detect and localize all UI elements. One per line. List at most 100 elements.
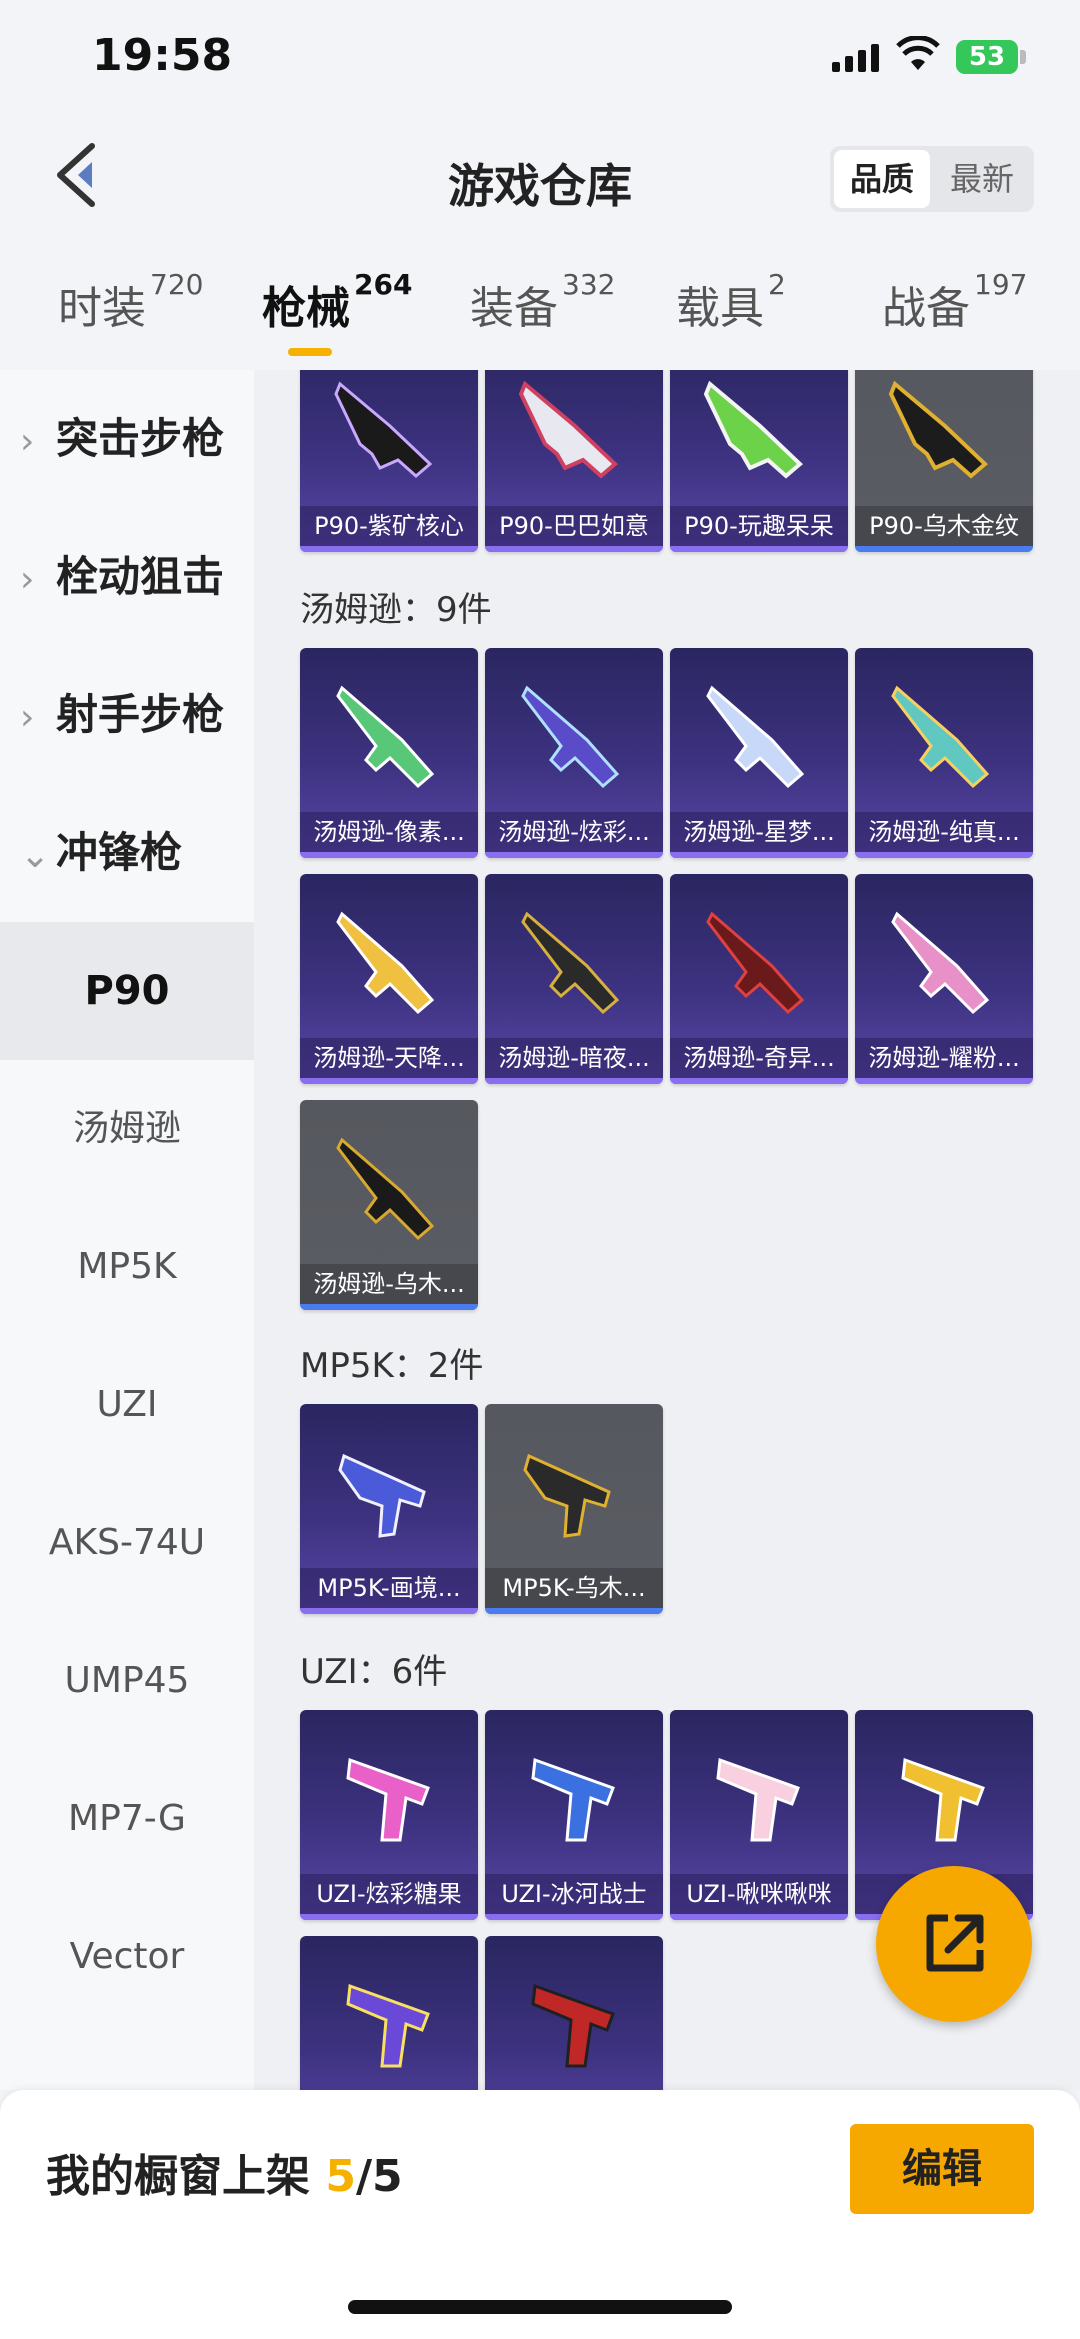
tab-count: 2 [768, 268, 786, 301]
chevron-down-icon: ⌄ [20, 835, 51, 876]
tab-count: 720 [150, 268, 204, 301]
category-tabs: 时装 720 枪械 264 装备 332 载具 2 战备 197 [0, 260, 1080, 370]
uzi-skin-icon [716, 1757, 800, 1842]
sidebar-category-label: 冲锋枪 [56, 828, 183, 877]
weapon-card[interactable]: 汤姆逊-乌木... [300, 1100, 478, 1310]
weapon-card[interactable]: 汤姆逊-天降... [300, 874, 478, 1084]
weapon-card[interactable]: 汤姆逊-耀粉... [855, 874, 1033, 1084]
weapon-card[interactable]: P90-紫矿核心 [300, 370, 478, 552]
thompson-skin-icon [891, 685, 990, 789]
sidebar-category-label: 栓动狙击 [56, 552, 225, 601]
tab-label: 战备 [882, 283, 970, 334]
status-bar: 19:58 53 [0, 0, 1080, 120]
signal-icon [832, 44, 879, 72]
tab-count: 332 [562, 268, 616, 301]
share-button[interactable] [876, 1866, 1032, 2022]
showcase-label-text: 我的橱窗上架 [46, 2151, 310, 2202]
share-icon [926, 1914, 984, 1972]
tab-fashion[interactable]: 时装 720 [58, 268, 203, 336]
sidebar-item-mp5k[interactable]: MP5K [0, 1198, 254, 1336]
rarity-bar [300, 1078, 478, 1084]
weapon-card-name: P90-乌木金纹 [855, 506, 1033, 546]
weapon-card[interactable] [485, 1936, 663, 2090]
active-tab-indicator [288, 348, 332, 356]
weapon-card[interactable]: UZI-炫彩糖果 [300, 1710, 478, 1920]
rarity-bar [300, 852, 478, 858]
weapon-card[interactable]: P90-乌木金纹 [855, 370, 1033, 552]
weapon-card-name: P90-紫矿核心 [300, 506, 478, 546]
weapon-card[interactable]: P90-巴巴如意 [485, 370, 663, 552]
sort-toggle: 品质 最新 [830, 146, 1034, 212]
battery-indicator: 53 [956, 40, 1018, 74]
weapon-card[interactable]: MP5K-画境... [300, 1404, 478, 1614]
rarity-bar [300, 1304, 478, 1310]
rarity-bar [485, 546, 663, 552]
sidebar: › 突击步枪 › 栓动狙击 › 射手步枪 ⌄ 冲锋枪 P90 汤姆逊 MP5K UZI … [0, 370, 254, 2090]
status-time: 19:58 [92, 30, 233, 81]
weapon-card[interactable]: 汤姆逊-炫彩... [485, 648, 663, 858]
sidebar-item-vector[interactable]: Vector [0, 1888, 254, 2026]
tab-label: 装备 [470, 283, 558, 334]
rarity-bar [670, 852, 848, 858]
group-title-mp5k: MP5K：2件 [300, 1346, 484, 1386]
rarity-bar [300, 1608, 478, 1614]
weapon-card[interactable]: UZI-啾咪啾咪 [670, 1710, 848, 1920]
sidebar-item-thompson[interactable]: 汤姆逊 [0, 1060, 254, 1198]
rarity-bar [485, 1608, 663, 1614]
thompson-skin-icon [336, 685, 435, 789]
sidebar-item-p90[interactable]: P90 [0, 922, 254, 1060]
weapon-card-name: UZI-炫彩糖果 [300, 1874, 478, 1914]
sort-newest-button[interactable]: 最新 [934, 150, 1030, 208]
tab-equipment[interactable]: 装备 332 [470, 268, 615, 336]
sidebar-item-uzi[interactable]: UZI [0, 1336, 254, 1474]
weapon-card[interactable]: P90-玩趣呆呆 [670, 370, 848, 552]
sidebar-category-smg[interactable]: ⌄ 冲锋枪 [0, 784, 254, 922]
showcase-label: 我的橱窗上架 5/5 [46, 2140, 403, 2204]
thompson-skin-icon [521, 911, 620, 1015]
sidebar-category-label: 突击步枪 [56, 414, 225, 463]
weapon-card[interactable]: UZI-冰河战士 [485, 1710, 663, 1920]
thompson-skin-icon [706, 911, 805, 1015]
weapon-card-name: MP5K-乌木... [485, 1568, 663, 1608]
edit-button[interactable]: 编辑 [850, 2124, 1034, 2214]
rarity-bar [300, 1914, 478, 1920]
weapon-card[interactable]: 汤姆逊-暗夜... [485, 874, 663, 1084]
weapon-card[interactable]: 汤姆逊-纯真... [855, 648, 1033, 858]
sidebar-category-label: 射手步枪 [56, 690, 225, 739]
wifi-icon [896, 36, 940, 70]
sidebar-category-bolt-sniper[interactable]: › 栓动狙击 [0, 508, 254, 646]
showcase-count: 5 [325, 2151, 356, 2202]
thompson-skin-icon [891, 911, 990, 1015]
battery-tip [1020, 50, 1026, 64]
rarity-bar [485, 1078, 663, 1084]
group-title-thompson: 汤姆逊：9件 [300, 590, 492, 630]
tab-firearms[interactable]: 枪械 264 [262, 268, 412, 336]
weapon-card-name: P90-玩趣呆呆 [670, 506, 848, 546]
weapon-card-name: 汤姆逊-像素... [300, 812, 478, 852]
sidebar-item-aks74u[interactable]: AKS-74U [0, 1474, 254, 1612]
sidebar-item-ump45[interactable]: UMP45 [0, 1612, 254, 1750]
tab-supplies[interactable]: 战备 197 [882, 268, 1027, 336]
weapon-card-name: 汤姆逊-乌木... [300, 1264, 478, 1304]
weapon-card-name: 汤姆逊-星梦... [670, 812, 848, 852]
sidebar-category-assault-rifle[interactable]: › 突击步枪 [0, 370, 254, 508]
sidebar-item-mp7g[interactable]: MP7-G [0, 1750, 254, 1888]
weapon-card[interactable]: MP5K-乌木... [485, 1404, 663, 1614]
rarity-bar [670, 1078, 848, 1084]
weapon-card-name: P90-巴巴如意 [485, 506, 663, 546]
tab-label: 枪械 [262, 283, 350, 334]
weapon-card[interactable]: 汤姆逊-奇异... [670, 874, 848, 1084]
tab-vehicles[interactable]: 载具 2 [676, 268, 786, 336]
p90-skin-icon [888, 380, 988, 479]
thompson-skin-icon [706, 685, 805, 789]
weapon-card-name: 汤姆逊-天降... [300, 1038, 478, 1078]
weapon-card[interactable]: 汤姆逊-像素... [300, 648, 478, 858]
sidebar-category-marksman-rifle[interactable]: › 射手步枪 [0, 646, 254, 784]
weapon-card-name: UZI-冰河战士 [485, 1874, 663, 1914]
rarity-bar [855, 852, 1033, 858]
p90-skin-icon [518, 380, 618, 479]
sort-quality-button[interactable]: 品质 [834, 150, 930, 208]
weapon-card[interactable] [300, 1936, 478, 2090]
weapon-card[interactable]: 汤姆逊-星梦... [670, 648, 848, 858]
rarity-bar [670, 546, 848, 552]
